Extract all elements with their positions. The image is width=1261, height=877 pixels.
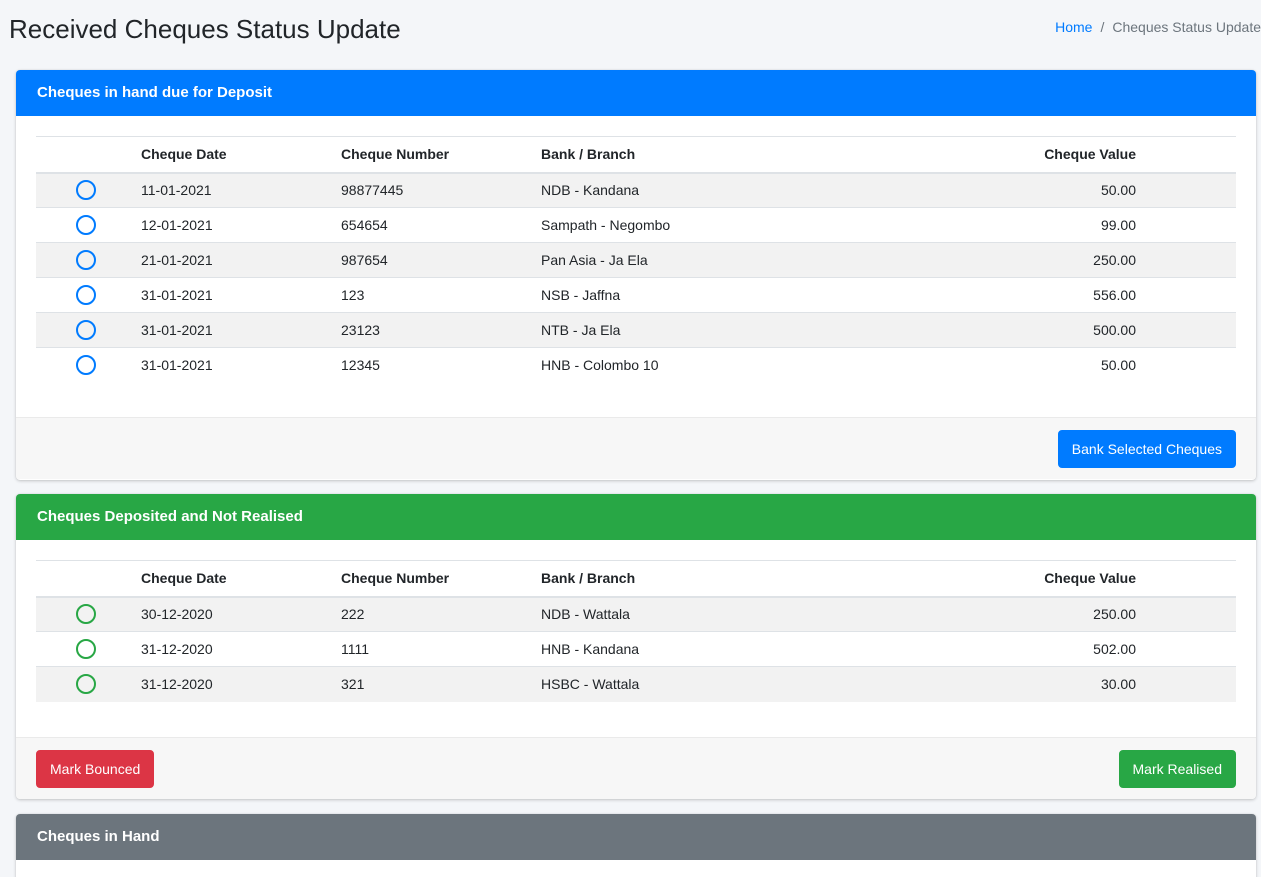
select-radio[interactable]	[76, 285, 96, 305]
cell-value: 50.00	[931, 347, 1136, 383]
table-row[interactable]: 30-12-2020 222 NDB - Wattala 250.00	[36, 596, 1236, 632]
select-column-header	[36, 136, 141, 174]
cell-value: 250.00	[931, 242, 1136, 278]
cell-value: 502.00	[931, 631, 1136, 667]
deposited-table: Cheque Date Cheque Number Bank / Branch …	[36, 560, 1236, 702]
in-hand-card-header: Cheques in Hand	[16, 814, 1256, 860]
cell-number: 654654	[341, 207, 541, 243]
breadcrumb-home-link[interactable]: Home	[1055, 19, 1092, 35]
deposited-card-body: Cheque Date Cheque Number Bank / Branch …	[16, 540, 1256, 737]
table-header-row: Cheque Date Cheque Number Bank / Branch …	[36, 136, 1236, 174]
cell-date: 31-12-2020	[141, 631, 341, 667]
cell-bank: NSB - Jaffna	[541, 277, 931, 313]
breadcrumb-current: Cheques Status Update	[1112, 19, 1261, 35]
deposit-due-card-footer: Bank Selected Cheques	[16, 417, 1256, 479]
select-radio[interactable]	[76, 355, 96, 376]
select-radio[interactable]	[76, 674, 96, 695]
cell-number: 123	[341, 277, 541, 313]
column-header-bank: Bank / Branch	[541, 560, 931, 598]
deposited-card-header: Cheques Deposited and Not Realised	[16, 494, 1256, 540]
cell-bank: NTB - Ja Ela	[541, 312, 931, 348]
deposit-due-card-body: Cheque Date Cheque Number Bank / Branch …	[16, 116, 1256, 417]
in-hand-card: Cheques in Hand	[16, 814, 1256, 877]
cell-bank: HNB - Kandana	[541, 631, 931, 667]
cell-bank: NDB - Kandana	[541, 172, 931, 208]
page: Received Cheques Status Update Home / Cheq…	[0, 0, 1261, 877]
cell-bank: HNB - Colombo 10	[541, 347, 931, 383]
cell-date: 31-01-2021	[141, 277, 341, 313]
cell-date: 31-01-2021	[141, 347, 341, 383]
table-row[interactable]: 12-01-2021 654654 Sampath - Negombo 99.0…	[36, 207, 1236, 243]
select-radio[interactable]	[76, 320, 96, 340]
column-header-date: Cheque Date	[141, 136, 341, 174]
spacer-column-header	[1136, 560, 1236, 598]
deposit-due-card-header: Cheques in hand due for Deposit	[16, 70, 1256, 116]
table-row[interactable]: 21-01-2021 987654 Pan Asia - Ja Ela 250.…	[36, 242, 1236, 278]
column-header-value: Cheque Value	[931, 136, 1136, 174]
cell-value: 250.00	[931, 596, 1136, 632]
cell-value: 50.00	[931, 172, 1136, 208]
cell-number: 222	[341, 596, 541, 632]
mark-bounced-button[interactable]: Mark Bounced	[36, 750, 155, 788]
cell-number: 23123	[341, 312, 541, 348]
breadcrumb: Home / Cheques Status Update	[1055, 19, 1261, 35]
page-title: Received Cheques Status Update	[9, 14, 401, 44]
column-header-date: Cheque Date	[141, 560, 341, 598]
content-header: Received Cheques Status Update Home / Cheq…	[0, 0, 1261, 62]
cell-bank: NDB - Wattala	[541, 596, 931, 632]
cell-value: 30.00	[931, 666, 1136, 702]
cell-number: 12345	[341, 347, 541, 383]
cell-bank: HSBC - Wattala	[541, 666, 931, 702]
cell-date: 12-01-2021	[141, 207, 341, 243]
column-header-number: Cheque Number	[341, 136, 541, 174]
cell-bank: Pan Asia - Ja Ela	[541, 242, 931, 278]
cell-number: 987654	[341, 242, 541, 278]
select-radio[interactable]	[76, 180, 96, 201]
cell-date: 31-01-2021	[141, 312, 341, 348]
deposited-card-footer: Mark Bounced Mark Realised	[16, 737, 1256, 799]
table-row[interactable]: 31-01-2021 23123 NTB - Ja Ela 500.00	[36, 312, 1236, 348]
spacer-column-header	[1136, 136, 1236, 174]
table-header-row: Cheque Date Cheque Number Bank / Branch …	[36, 560, 1236, 598]
table-row[interactable]: 31-01-2021 12345 HNB - Colombo 10 50.00	[36, 347, 1236, 383]
deposit-due-card: Cheques in hand due for Deposit Cheque D…	[16, 70, 1256, 480]
select-column-header	[36, 560, 141, 598]
cell-date: 30-12-2020	[141, 596, 341, 632]
bank-selected-cheques-button[interactable]: Bank Selected Cheques	[1057, 430, 1236, 468]
column-header-bank: Bank / Branch	[541, 136, 931, 174]
cell-number: 1111	[341, 631, 541, 667]
cell-date: 21-01-2021	[141, 242, 341, 278]
cell-date: 31-12-2020	[141, 666, 341, 702]
cell-value: 500.00	[931, 312, 1136, 348]
select-radio[interactable]	[76, 639, 96, 659]
cell-number: 98877445	[341, 172, 541, 208]
select-radio[interactable]	[76, 250, 96, 270]
table-row[interactable]: 11-01-2021 98877445 NDB - Kandana 50.00	[36, 172, 1236, 208]
column-header-number: Cheque Number	[341, 560, 541, 598]
select-radio[interactable]	[76, 215, 96, 235]
deposited-card: Cheques Deposited and Not Realised Chequ…	[16, 494, 1256, 799]
cell-date: 11-01-2021	[141, 172, 341, 208]
cell-bank: Sampath - Negombo	[541, 207, 931, 243]
breadcrumb-separator: /	[1100, 19, 1105, 35]
deposit-due-table: Cheque Date Cheque Number Bank / Branch …	[36, 136, 1236, 383]
table-row[interactable]: 31-12-2020 321 HSBC - Wattala 30.00	[36, 666, 1236, 702]
column-header-value: Cheque Value	[931, 560, 1136, 598]
table-row[interactable]: 31-12-2020 1111 HNB - Kandana 502.00	[36, 631, 1236, 667]
table-row[interactable]: 31-01-2021 123 NSB - Jaffna 556.00	[36, 277, 1236, 313]
cell-value: 99.00	[931, 207, 1136, 243]
select-radio[interactable]	[76, 604, 96, 625]
cell-value: 556.00	[931, 277, 1136, 313]
mark-realised-button[interactable]: Mark Realised	[1118, 750, 1236, 788]
cell-number: 321	[341, 666, 541, 702]
